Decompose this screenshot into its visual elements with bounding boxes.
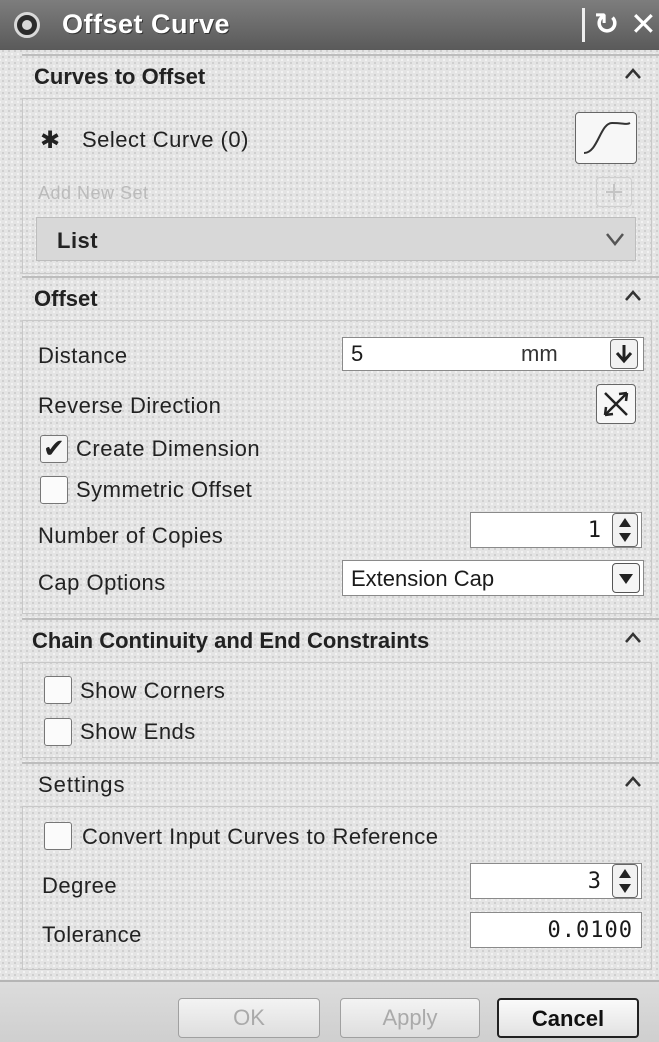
reverse-direction-icon <box>603 391 629 417</box>
tolerance-label: Tolerance <box>42 922 142 947</box>
convert-input-curves-label[interactable]: Convert Input Curves to Reference <box>82 824 438 850</box>
symmetric-offset-label[interactable]: Symmetric Offset <box>76 477 252 503</box>
chevron-up-icon[interactable] <box>621 284 645 308</box>
degree-stepper[interactable] <box>612 864 638 898</box>
ok-button[interactable]: OK <box>178 998 320 1038</box>
distance-label: Distance <box>38 343 128 368</box>
show-ends-label[interactable]: Show Ends <box>80 719 196 745</box>
symmetric-offset-checkbox[interactable] <box>40 476 68 504</box>
offset-curve-dialog: Offset Curve ↻ ✕ Curves to Offset ✱ Sele… <box>0 0 659 1042</box>
tolerance-value[interactable]: 0.0100 <box>548 918 633 943</box>
chevron-down-icon[interactable] <box>603 228 627 250</box>
select-curve-label[interactable]: Select Curve (0) <box>82 127 249 153</box>
distance-unit: mm <box>521 341 558 366</box>
arrow-down-icon <box>615 345 633 364</box>
degree-value[interactable]: 3 <box>588 869 601 894</box>
number-of-copies-stepper[interactable] <box>612 513 638 547</box>
checkmark-icon: ✔ <box>43 433 65 463</box>
add-new-set-label[interactable]: Add New Set <box>38 183 149 204</box>
distance-options-button[interactable] <box>610 339 638 369</box>
show-ends-checkbox[interactable] <box>44 718 72 746</box>
title-separator <box>582 8 585 42</box>
section-title-settings: Settings <box>38 772 126 797</box>
apply-button[interactable]: Apply <box>340 998 480 1038</box>
tolerance-field[interactable]: 0.0100 <box>470 912 642 948</box>
chevron-up-icon[interactable] <box>621 62 645 86</box>
list-label: List <box>57 228 99 253</box>
degree-label: Degree <box>42 873 118 898</box>
asterisk-icon: ✱ <box>40 127 61 154</box>
section-header-offset[interactable]: Offset <box>22 276 659 320</box>
add-new-set-button[interactable] <box>596 177 632 207</box>
reverse-direction-label: Reverse Direction <box>38 393 222 418</box>
gear-icon[interactable] <box>14 12 40 38</box>
number-of-copies-value[interactable]: 1 <box>588 518 601 543</box>
dialog-title: Offset Curve <box>62 9 231 39</box>
cap-options-label: Cap Options <box>38 570 166 595</box>
convert-input-curves-checkbox[interactable] <box>44 822 72 850</box>
number-of-copies-label: Number of Copies <box>38 523 224 548</box>
section-title-curves-to-offset: Curves to Offset <box>34 64 206 89</box>
add-set-icon <box>606 184 622 200</box>
cap-options-value: Extension Cap <box>351 566 495 591</box>
show-corners-checkbox[interactable] <box>44 676 72 704</box>
chevron-up-icon[interactable] <box>621 770 645 794</box>
dialog-footer: OK Apply Cancel <box>0 980 659 1042</box>
list-expander[interactable]: List <box>36 217 636 261</box>
cap-options-dropdown-button[interactable] <box>612 563 640 593</box>
distance-field[interactable]: 5 mm <box>342 337 644 371</box>
title-bar[interactable]: Offset Curve ↻ ✕ <box>0 0 659 50</box>
chevron-up-icon[interactable] <box>621 626 645 650</box>
section-header-chain-continuity[interactable]: Chain Continuity and End Constraints <box>22 618 659 662</box>
curve-select-button[interactable] <box>575 112 637 164</box>
cancel-button[interactable]: Cancel <box>497 998 639 1038</box>
reverse-direction-button[interactable] <box>596 384 636 424</box>
curve-icon <box>583 121 631 154</box>
section-title-chain-continuity: Chain Continuity and End Constraints <box>32 628 430 653</box>
close-icon[interactable]: ✕ <box>630 5 657 43</box>
section-header-settings[interactable]: Settings <box>22 762 659 806</box>
reset-icon[interactable]: ↻ <box>594 7 619 42</box>
create-dimension-checkbox[interactable]: ✔ <box>40 433 68 463</box>
distance-value[interactable]: 5 <box>351 341 363 367</box>
create-dimension-label[interactable]: Create Dimension <box>76 436 260 462</box>
section-header-curves-to-offset[interactable]: Curves to Offset <box>22 54 659 98</box>
cap-options-select[interactable]: Extension Cap <box>342 560 644 596</box>
show-corners-label[interactable]: Show Corners <box>80 678 225 704</box>
section-title-offset: Offset <box>34 286 98 311</box>
